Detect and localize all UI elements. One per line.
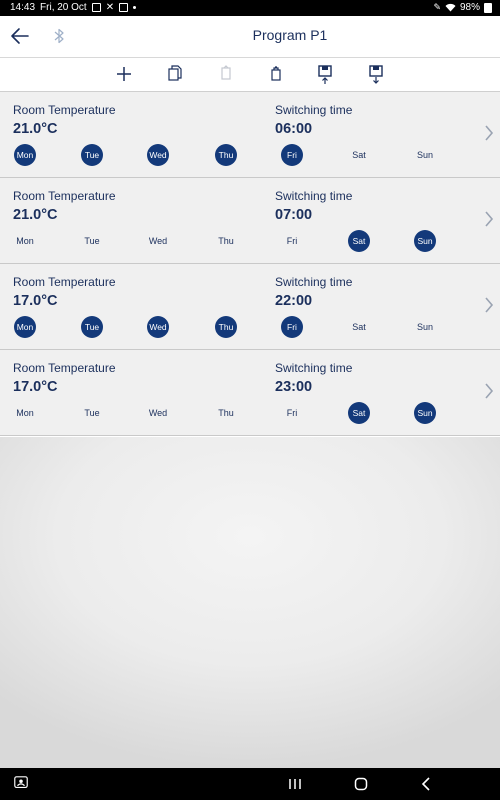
day-thu: Thu (215, 144, 237, 166)
switching-time-value: 07:00 (275, 207, 313, 223)
switching-time-label: Switching time (275, 275, 353, 289)
chevron-right-icon[interactable] (484, 210, 494, 228)
switching-time-label: Switching time (275, 361, 353, 375)
weekday-selector: Mon Tue Wed Thu Fri Sat Sun (0, 316, 470, 338)
day-sun: Sun (416, 150, 433, 160)
weekday-selector: Mon Tue Wed Thu Fri Sat Sun (0, 144, 470, 166)
weekday-selector: Mon Tue Wed Thu Fri Sat Sun (0, 230, 470, 252)
day-tue: Tue (81, 144, 103, 166)
room-temperature-label: Room Temperature (13, 189, 116, 203)
chevron-right-icon[interactable] (484, 124, 494, 142)
empty-area (0, 437, 500, 768)
delete-icon[interactable] (265, 63, 287, 85)
tools-icon: ✕ (105, 2, 115, 13)
program-row[interactable]: Room Temperature 21.0°C Switching time 07:0… (0, 178, 500, 264)
program-row[interactable]: Room Temperature 17.0°C Switching time 22:0… (0, 264, 500, 350)
day-wed: Wed (147, 144, 169, 166)
day-sat: Sat (352, 150, 366, 160)
upload-icon[interactable] (314, 63, 336, 85)
day-fri: Fri (281, 144, 303, 166)
copy-icon[interactable] (164, 63, 186, 85)
battery-icon (484, 2, 492, 13)
chevron-right-icon[interactable] (484, 382, 494, 400)
day-mon: Mon (14, 144, 36, 166)
day-sat: Sat (352, 322, 366, 332)
program-row[interactable]: Room Temperature 17.0°C Switching time 23:0… (0, 350, 500, 436)
home-icon[interactable] (352, 776, 370, 792)
day-thu: Thu (215, 316, 237, 338)
app-header: Program P1 (0, 16, 500, 58)
paste-icon[interactable] (215, 63, 237, 85)
day-sat: Sat (348, 230, 370, 252)
room-temperature-label: Room Temperature (13, 361, 116, 375)
switching-time-label: Switching time (275, 103, 353, 117)
room-temperature-value: 17.0°C (13, 293, 58, 309)
add-icon[interactable] (113, 63, 135, 85)
switching-time-value: 22:00 (275, 293, 313, 309)
room-temperature-value: 21.0°C (13, 121, 58, 137)
page-title: Program P1 (252, 27, 328, 43)
download-icon[interactable] (365, 63, 387, 85)
wifi-icon (445, 3, 456, 12)
program-list: Room Temperature 21.0°C Switching time 06:0… (0, 92, 500, 436)
day-tue: Tue (84, 236, 100, 246)
gallery-icon (91, 3, 101, 12)
toolbar (0, 58, 500, 92)
day-sat: Sat (348, 402, 370, 424)
room-temperature-value: 21.0°C (13, 207, 58, 223)
chevron-right-icon[interactable] (484, 296, 494, 314)
room-temperature-label: Room Temperature (13, 275, 116, 289)
day-sun: Sun (416, 322, 433, 332)
weekday-selector: Mon Tue Wed Thu Fri Sat Sun (0, 402, 470, 424)
day-thu: Thu (218, 236, 234, 246)
navigation-bar (0, 768, 500, 800)
day-wed: Wed (147, 316, 169, 338)
switching-time-value: 23:00 (275, 379, 313, 395)
day-mon: Mon (14, 316, 36, 338)
day-thu: Thu (218, 408, 234, 418)
status-date: Fri, 20 Oct (40, 2, 87, 13)
switching-time-label: Switching time (275, 189, 353, 203)
status-bar: 14:43 Fri, 20 Oct ✕ ✎ 98% (0, 0, 500, 16)
day-fri: Fri (281, 316, 303, 338)
day-mon: Mon (16, 236, 34, 246)
day-tue: Tue (81, 316, 103, 338)
room-temperature-value: 17.0°C (13, 379, 58, 395)
status-time: 14:43 (10, 2, 36, 13)
day-fri: Fri (286, 236, 298, 246)
nav-back-icon[interactable] (418, 776, 436, 792)
switching-time-value: 06:00 (275, 121, 313, 137)
day-tue: Tue (84, 408, 100, 418)
day-wed: Wed (148, 408, 168, 418)
accessibility-icon[interactable] (12, 775, 30, 791)
photo-icon (119, 3, 129, 12)
day-wed: Wed (148, 236, 168, 246)
battery-percent: 98% (459, 2, 480, 13)
program-row[interactable]: Room Temperature 21.0°C Switching time 06:0… (0, 92, 500, 178)
day-sun: Sun (414, 402, 436, 424)
recent-apps-icon[interactable] (286, 776, 304, 792)
day-mon: Mon (16, 408, 34, 418)
room-temperature-label: Room Temperature (13, 103, 116, 117)
day-sun: Sun (414, 230, 436, 252)
dot-icon (133, 6, 137, 9)
day-fri: Fri (286, 408, 298, 418)
pen-icon: ✎ (433, 2, 441, 12)
